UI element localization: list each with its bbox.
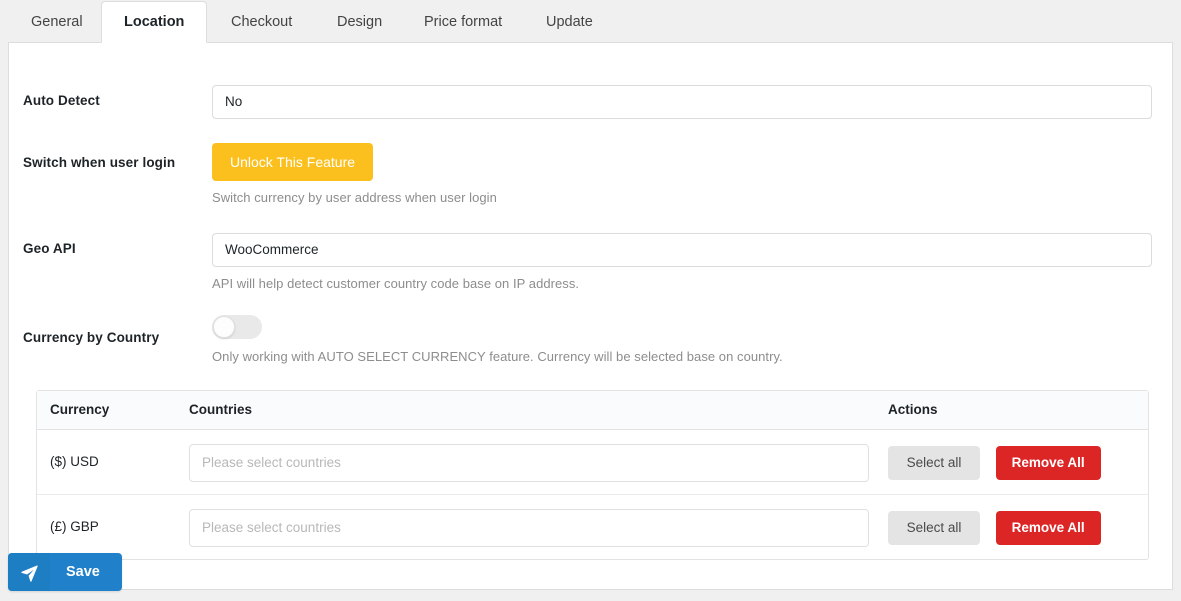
currency-by-country-label: Currency by Country — [23, 330, 160, 345]
table-row: (£) GBP Please select countries Select a… — [37, 495, 1148, 559]
geo-api-helper: API will help detect customer country co… — [212, 276, 580, 291]
geo-api-label: Geo API — [23, 241, 76, 256]
tab-price-format[interactable]: Price format — [401, 1, 525, 43]
geo-api-select[interactable]: WooCommerce — [212, 233, 1152, 267]
countries-multiselect[interactable]: Please select countries — [189, 509, 869, 547]
row-currency-label: (£) GBP — [50, 519, 99, 534]
column-header-countries: Countries — [189, 402, 253, 417]
save-button-label: Save — [66, 564, 100, 580]
auto-detect-control: No — [212, 85, 1158, 119]
tab-design[interactable]: Design — [314, 1, 405, 43]
save-button[interactable]: Save — [8, 553, 122, 591]
switch-on-login-label: Switch when user login — [23, 155, 176, 170]
select-all-button[interactable]: Select all — [888, 446, 980, 480]
remove-all-button[interactable]: Remove All — [995, 511, 1101, 545]
currency-country-table: Currency Countries Actions ($) USD Pleas… — [36, 390, 1149, 560]
table-row: ($) USD Please select countries Select a… — [37, 430, 1148, 495]
paper-plane-icon — [8, 553, 50, 591]
toggle-knob-icon — [213, 316, 235, 338]
select-all-button[interactable]: Select all — [888, 511, 980, 545]
tab-general[interactable]: General — [8, 1, 106, 43]
tab-update[interactable]: Update — [523, 1, 616, 43]
row-actions: Select all Remove All — [888, 446, 1101, 480]
column-header-actions: Actions — [888, 402, 938, 417]
currency-by-country-toggle[interactable] — [212, 315, 262, 339]
row-actions: Select all Remove All — [888, 511, 1101, 545]
unlock-this-feature-button[interactable]: Unlock This Feature — [212, 143, 374, 181]
location-settings-panel: Auto Detect No Switch when user login Un… — [8, 42, 1173, 590]
currency-by-country-helper: Only working with AUTO SELECT CURRENCY f… — [212, 349, 783, 364]
countries-multiselect[interactable]: Please select countries — [189, 444, 869, 482]
column-header-currency: Currency — [50, 402, 110, 417]
geo-api-control: WooCommerce API will help detect custome… — [212, 233, 1158, 291]
row-currency-label: ($) USD — [50, 454, 99, 469]
table-header-row: Currency Countries Actions — [37, 391, 1148, 430]
tab-checkout[interactable]: Checkout — [208, 1, 315, 43]
currency-by-country-control: Only working with AUTO SELECT CURRENCY f… — [212, 315, 1158, 364]
remove-all-button[interactable]: Remove All — [995, 446, 1101, 480]
settings-tab-bar: General Location Checkout Design Price f… — [0, 0, 1181, 43]
switch-on-login-helper: Switch currency by user address when use… — [212, 190, 497, 205]
auto-detect-label: Auto Detect — [23, 93, 100, 108]
tab-location[interactable]: Location — [101, 1, 208, 43]
auto-detect-select[interactable]: No — [212, 85, 1152, 119]
switch-on-login-control: Unlock This Feature Switch currency by u… — [212, 143, 1158, 205]
